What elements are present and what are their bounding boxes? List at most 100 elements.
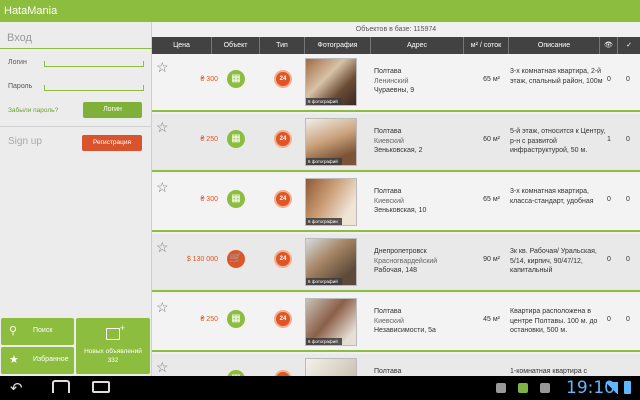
listing-photo[interactable]: 6 фотографии [305,178,357,226]
listing-photo[interactable]: 6 фотографий [305,298,357,346]
door-icon: ▦ [227,130,245,148]
column-header-description[interactable]: Описание [509,37,600,54]
views-count: 1 [607,136,611,143]
column-header-edits[interactable]: ✓ [618,37,640,54]
table-row[interactable]: ☆₴ 250▦246 фотографийПолтаваОктябрьскийК… [152,354,640,376]
address-district: Ленинский [374,77,409,85]
search-button[interactable]: ⚲ Поиск [1,318,74,345]
edits-count: 0 [626,196,630,203]
column-header-price[interactable]: Цена [152,37,212,54]
edits-count: 0 [626,136,630,143]
home-icon[interactable] [52,380,70,393]
column-header-area[interactable]: м² / соток [464,37,509,54]
login-button[interactable]: Логин [83,102,142,118]
column-header-object[interactable]: Объект [212,37,260,54]
description: 3к кв. Рабочая/ Уральская, 5/14, кирпич,… [510,248,597,274]
favorite-star-icon[interactable]: ☆ [156,179,169,196]
table-row[interactable]: ☆ ₴ 300 ▦ 24 6 фотографий Полтава Ленинский Чур… [152,54,640,112]
gallery-icon [496,383,506,393]
area: 60 м² [483,136,500,143]
app-title: HataMania [4,5,58,17]
signup-title: Sign up [8,136,42,147]
type-24h-icon: 24 [274,130,292,148]
table-row[interactable]: ☆ ₴ 300 ▦ 24 6 фотографии Полтава Киевский Зень… [152,174,640,232]
new-listings-count: 332 [107,357,119,364]
listing-address: ПолтаваОктябрьскийКонева Маршала, 9 [374,367,464,376]
favorite-star-icon[interactable]: ☆ [156,59,169,76]
table-row[interactable]: ☆ ₴ 250 ▦ 24 6 фотографий Полтава Киевский Неза… [152,294,640,352]
address-street: Зеньковская, 2 [374,147,423,154]
edits-count: 0 [626,316,630,323]
views-count: 0 [607,316,611,323]
door-icon: ▦ [227,310,245,328]
app-window: HataMania Вход Логин Пароль Забыли парол… [0,0,640,400]
table-header: Цена Объект Тип Фотография Адрес м² / со… [152,37,640,54]
area: 90 м² [483,256,500,263]
favorite-star-icon[interactable]: ☆ [156,359,169,376]
column-header-type[interactable]: Тип [260,37,305,54]
listing-address: Полтава Киевский Зеньковская, 10 [374,187,464,216]
listing-photo[interactable]: 6 фотографий [305,238,357,286]
divider [0,126,152,127]
listing-photo[interactable]: 6 фотографий [305,358,357,376]
password-input[interactable] [44,85,144,91]
listing-address: Полтава Ленинский Чураевны, 9 [374,67,464,96]
address-city: Полтава [374,128,402,135]
column-header-views[interactable]: 👁 [600,37,618,54]
price: ₴ 300 [200,196,218,203]
favorite-star-icon[interactable]: ☆ [156,119,169,136]
edits-count: 0 [626,76,630,83]
type-24h-icon: 24 [274,190,292,208]
listing-address: Полтава Киевский Независимости, 5а [374,307,464,336]
views-count: 0 [607,76,611,83]
address-city: Полтава [374,308,402,315]
description: 3-х комнатная квартира, класса-стандарт,… [510,188,594,205]
table-row[interactable]: ☆ $ 130 000 🛒 24 6 фотографий Днепропетровск К… [152,234,640,292]
favorites-button[interactable]: ★ Избранное [1,347,74,374]
column-header-address[interactable]: Адрес [371,37,464,54]
type-24h-icon: 24 [274,310,292,328]
listing-photo[interactable]: 6 фотографий [305,58,357,106]
price: ₴ 250 [200,316,218,323]
door-icon: ▦ [227,190,245,208]
column-header-photo[interactable]: Фотография [305,37,371,54]
android-icon [518,383,528,393]
photo-count-caption: 6 фотографии [306,218,342,225]
type-24h-icon: 24 [274,250,292,268]
address-city: Полтава [374,68,402,75]
description: 1-комнатная квартира с ремонтом на 2 спа… [510,368,588,375]
photo-count-caption: 6 фотографий [306,158,342,165]
divider [0,48,152,49]
description: 3-х комнатная квартира, 2-й этаж, спальн… [510,68,603,85]
back-icon[interactable]: ↶ [10,379,23,397]
area: 65 м² [483,196,500,203]
listings-panel: Объектов в базе: 115974 Цена Объект Тип … [152,22,640,376]
price: ₴ 250 [200,136,218,143]
address-street: Рабочая, 148 [374,267,417,274]
recent-apps-icon[interactable] [92,381,110,393]
address-street: Зеньковская, 10 [374,207,427,214]
shopping-cart-icon: 🛒 [227,250,245,268]
register-button[interactable]: Регистрация [82,135,142,151]
address-street: Чураевны, 9 [374,87,415,94]
screenshot-icon [540,383,550,393]
views-count: 0 [607,196,611,203]
new-listings-button[interactable]: Новых объявлений 332 [76,318,150,374]
type-24h-icon: 24 [274,70,292,88]
table-row[interactable]: ☆ ₴ 250 ▦ 24 6 фотографий Полтава Киевский Зень… [152,114,640,172]
new-listings-text: Новых объявлений 332 [76,347,150,365]
favorites-label: Избранное [33,356,69,363]
forgot-password-link[interactable]: Забыли пароль? [8,107,58,114]
address-city: Полтава [374,368,402,375]
description: 5-й этаж, относится к Центру, р-н с разв… [510,128,606,154]
edits-count: 0 [626,256,630,263]
new-listings-label: Новых объявлений [84,348,142,355]
listing-photo[interactable]: 6 фотографий [305,118,357,166]
photo-count-caption: 6 фотографий [306,338,342,345]
description: Квартира расположена в центре Полтавы. 1… [510,308,598,334]
star-icon: ★ [9,354,19,366]
login-input[interactable] [44,61,144,67]
favorite-star-icon[interactable]: ☆ [156,299,169,316]
favorite-star-icon[interactable]: ☆ [156,239,169,256]
photo-count-caption: 6 фотографий [306,98,342,105]
